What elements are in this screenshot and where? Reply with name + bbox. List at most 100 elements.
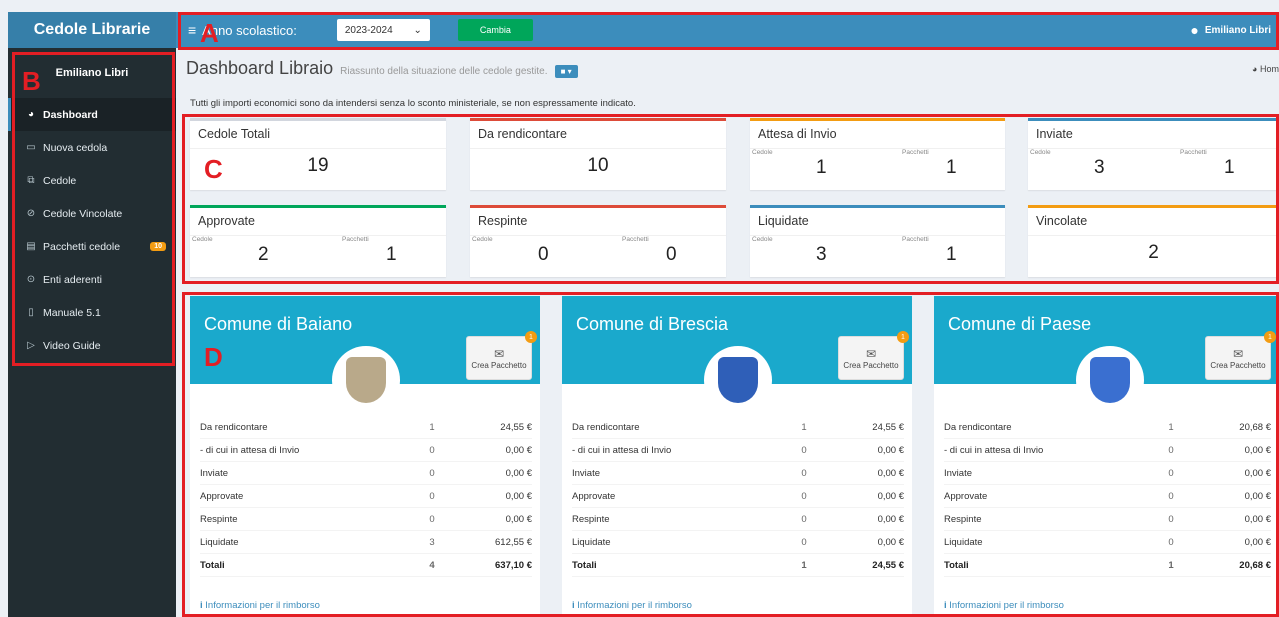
row-amount: 0,00 € [1244, 467, 1271, 479]
crea-pacchetto-button[interactable]: ✉ Crea Pacchetto 1 [1205, 331, 1276, 380]
table-row: Respinte 0 0,00 € [944, 508, 1271, 531]
row-count: 0 [429, 513, 435, 525]
sidebar-item-video-guide[interactable]: ▷ Video Guide [8, 329, 176, 362]
info-rimborso-link[interactable]: i Informazioni per il rimborso [944, 600, 1064, 611]
year-select[interactable]: 2023-2024 ⌄ [336, 19, 430, 41]
sidebar-item-dashboard[interactable]: ◕ Dashboard [8, 98, 176, 131]
video-camera-icon: ■ ▾ [560, 66, 572, 76]
stat-inviate: Inviate Cedole 3 Pacchetti 1 [1028, 118, 1279, 190]
row-count: 1 [1168, 421, 1174, 433]
pacchetti-value: 1 [1224, 157, 1235, 178]
dashboard-icon: ◕ [27, 109, 35, 120]
row-amount: 0,00 € [877, 513, 904, 525]
table-row: Inviate 0 0,00 € [944, 462, 1271, 485]
row-label: - di cui in attesa di Invio [200, 444, 300, 456]
pacchetti-label: Pacchetti [622, 236, 649, 243]
ente-summary-table: Da rendicontare 1 20,68 € - di cui in atte… [944, 416, 1271, 577]
sidebar-item-cedole[interactable]: ⧉ Cedole [8, 164, 176, 197]
breadcrumb-home[interactable]: ◕ Hom [1252, 64, 1279, 74]
row-count: 1 [801, 559, 807, 571]
row-label: - di cui in attesa di Invio [572, 444, 672, 456]
table-row: Liquidate 0 0,00 € [572, 531, 904, 554]
row-label: Inviate [944, 467, 972, 479]
sidebar-item-label: Cedole Vincolate [43, 207, 123, 220]
page-title: Dashboard Libraio [186, 58, 334, 78]
sidebar-item-pacchetti-cedole[interactable]: ▤ Pacchetti cedole 10 [8, 230, 176, 263]
row-count: 0 [1168, 536, 1174, 548]
table-row: Inviate 0 0,00 € [572, 462, 904, 485]
row-label: Approvate [572, 490, 616, 502]
economic-notice: Tutti gli importi economici sono da inte… [190, 98, 636, 109]
row-amount: 0,00 € [505, 513, 532, 525]
sidebar-item-manuale[interactable]: ▯ Manuale 5.1 [8, 296, 176, 329]
row-amount: 0,00 € [877, 536, 904, 548]
table-row: Liquidate 0 0,00 € [944, 531, 1271, 554]
table-row: Respinte 0 0,00 € [200, 508, 532, 531]
table-row: - di cui in attesa di Invio 0 0,00 € [572, 439, 904, 462]
row-count: 0 [1168, 513, 1174, 525]
table-row: - di cui in attesa di Invio 0 0,00 € [944, 439, 1271, 462]
table-row: Da rendicontare 1 20,68 € [944, 416, 1271, 439]
cedole-value: 1 [816, 157, 827, 178]
cedole-label: Cedole [752, 236, 773, 243]
stat-title: Inviate [1028, 121, 1279, 149]
row-amount: 20,68 € [1239, 421, 1271, 433]
cedole-value: 3 [1094, 157, 1105, 178]
ente-summary-table: Da rendicontare 1 24,55 € - di cui in atte… [572, 416, 904, 577]
stat-title: Attesa di Invio [750, 121, 1005, 149]
sidebar-item-nuova-cedola[interactable]: ▭ Nuova cedola [8, 131, 176, 164]
sidebar-item-enti-aderenti[interactable]: ⊙ Enti aderenti [8, 263, 176, 296]
pacchetti-label: Pacchetti [1180, 149, 1207, 156]
info-icon: i [572, 600, 575, 611]
row-count: 0 [801, 490, 807, 502]
chevron-down-icon: ⌄ [413, 24, 422, 36]
sidebar-item-cedole-vincolate[interactable]: ⊘ Cedole Vincolate [8, 197, 176, 230]
cedole-label: Cedole [472, 236, 493, 243]
crea-pacchetto-label: Crea Pacchetto [471, 360, 527, 370]
row-amount: 0,00 € [1244, 513, 1271, 525]
crea-pacchetto-button[interactable]: ✉ Crea Pacchetto 1 [466, 331, 537, 380]
row-label: Respinte [944, 513, 982, 525]
row-amount: 24,55 € [872, 421, 904, 433]
row-count: 0 [429, 490, 435, 502]
cambia-button[interactable]: Cambia [457, 19, 533, 41]
sidebar-item-label: Dashboard [43, 108, 98, 121]
row-label: Approvate [200, 490, 244, 502]
ente-card-brescia: Comune di Brescia ✉ Crea Pacchetto 1 Da … [562, 296, 912, 617]
row-label: Respinte [572, 513, 610, 525]
table-row: Approvate 0 0,00 € [572, 485, 904, 508]
table-row: Da rendicontare 1 24,55 € [572, 416, 904, 439]
info-rimborso-link[interactable]: i Informazioni per il rimborso [200, 600, 320, 611]
sidebar-item-label: Manuale 5.1 [43, 306, 101, 319]
crea-pacchetto-button[interactable]: ✉ Crea Pacchetto 1 [838, 331, 909, 380]
stat-attesa-invio: Attesa di Invio Cedole 1 Pacchetti 1 [750, 118, 1005, 190]
sidebar-item-label: Video Guide [43, 339, 101, 352]
table-row-total: Totali 1 20,68 € [944, 554, 1271, 577]
row-amount: 0,00 € [877, 444, 904, 456]
row-count: 3 [429, 536, 435, 548]
info-icon: i [200, 600, 203, 611]
annotation-label-a: A [200, 18, 219, 48]
pacchetto-badge: 1 [525, 331, 537, 343]
video-camera-button[interactable]: ■ ▾ [554, 64, 578, 78]
table-row: - di cui in attesa di Invio 0 0,00 € [200, 439, 532, 462]
row-count: 0 [801, 536, 807, 548]
year-select-value: 2023-2024 [344, 24, 393, 36]
row-label: - di cui in attesa di Invio [944, 444, 1044, 456]
ente-summary-table: Da rendicontare 1 24,55 € - di cui in atte… [200, 416, 532, 577]
user-menu[interactable]: ● Emiliano Libri [1190, 22, 1271, 38]
info-rimborso-label: Informazioni per il rimborso [949, 600, 1064, 611]
info-rimborso-link[interactable]: i Informazioni per il rimborso [572, 600, 692, 611]
cedole-value: 3 [816, 244, 827, 265]
play-icon: ▷ [27, 340, 35, 351]
row-amount: 0,00 € [1244, 444, 1271, 456]
table-row: Liquidate 3 612,55 € [200, 531, 532, 554]
app-brand[interactable]: Cedole Librarie [8, 12, 176, 48]
hamburger-icon[interactable]: ≡ [188, 22, 196, 38]
row-amount: 0,00 € [1244, 490, 1271, 502]
annotation-label-d: D [204, 342, 223, 372]
row-label: Liquidate [572, 536, 611, 548]
pacchetti-value: 1 [946, 244, 957, 265]
pacchetti-badge: 10 [150, 242, 166, 251]
sidebar-item-label: Pacchetti cedole [43, 240, 121, 253]
